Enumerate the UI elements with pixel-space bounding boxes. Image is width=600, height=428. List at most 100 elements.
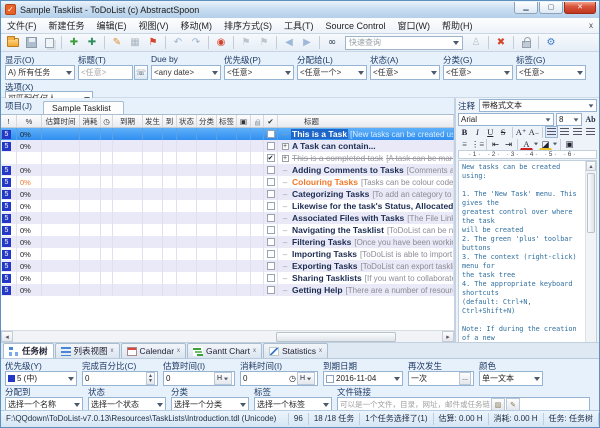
column-header-到[interactable]: 到	[163, 115, 177, 127]
menu-close-icon[interactable]: x	[583, 21, 599, 30]
task-checkbox[interactable]	[267, 214, 275, 222]
lock-icon[interactable]	[518, 35, 534, 50]
task-checkbox[interactable]	[267, 190, 275, 198]
filter-combo[interactable]: <any date>	[151, 65, 221, 80]
comments-format-combo[interactable]: 带格式文本	[479, 99, 597, 112]
edit-task-icon[interactable]: ✎	[109, 35, 125, 50]
column-header-lock-column-icon[interactable]	[251, 115, 264, 127]
task-row[interactable]: ✔+This is a completed task [A task can b…	[1, 152, 454, 164]
filter-combo[interactable]: <任意>	[370, 65, 440, 80]
task-row[interactable]: 50%–Exporting Tasks [ToDoList can export…	[1, 260, 454, 272]
menu-item-f[interactable]: 文件(F)	[1, 18, 43, 34]
task-checkbox[interactable]	[267, 142, 275, 150]
scroll-up-icon[interactable]: ▴	[586, 161, 596, 171]
task-row[interactable]: 50%–Categorizing Tasks [To add an catego…	[1, 188, 454, 200]
task-checkbox[interactable]	[267, 250, 275, 258]
task-checkbox[interactable]	[267, 262, 275, 270]
track-time-icon[interactable]: ◉	[213, 35, 229, 50]
filter-combo[interactable]: <任意>	[516, 65, 586, 80]
edit-field-control[interactable]: 2016-11-04	[323, 371, 403, 386]
save-icon[interactable]	[23, 35, 39, 50]
task-title-cell[interactable]: –Importing Tasks [ToDoList is able to im…	[278, 248, 454, 260]
column-header-标签[interactable]: 标签	[217, 115, 237, 127]
next-flag-icon[interactable]: ⚑	[256, 35, 272, 50]
close-button[interactable]: ✕	[564, 2, 596, 14]
grow-font-button[interactable]: A⁺	[515, 126, 528, 138]
filter-combo[interactable]: A) 所有任务	[5, 65, 75, 80]
forward-icon[interactable]: ▶	[299, 35, 315, 50]
filter-combo[interactable]: <任意>	[443, 65, 513, 80]
preferences-icon[interactable]: ⚙	[543, 35, 559, 50]
column-header-分类[interactable]: 分类	[197, 115, 217, 127]
task-checkbox[interactable]	[267, 226, 275, 234]
chevron-down-icon[interactable]	[553, 143, 557, 146]
chevron-down-icon[interactable]	[534, 143, 538, 146]
open-tasklist-icon[interactable]	[5, 35, 21, 50]
view-tab-calendar[interactable]: Calendarx	[121, 343, 187, 358]
align-center-button[interactable]	[558, 126, 571, 138]
new-subtask-icon[interactable]: ✚	[84, 35, 100, 50]
italic-button[interactable]: I	[471, 126, 484, 138]
edit-field-control[interactable]: 5 (中)	[5, 371, 77, 386]
task-title-cell[interactable]: +This is a completed task [A task can be…	[278, 152, 454, 164]
scroll-left-icon[interactable]: ◂	[1, 331, 13, 342]
task-checkbox[interactable]	[267, 286, 275, 294]
task-checkbox[interactable]	[267, 238, 275, 246]
task-row[interactable]: 50%–Likewise for the task's Status, Allo…	[1, 200, 454, 212]
scroll-right-icon[interactable]: ▸	[442, 331, 454, 342]
tree-expander[interactable]: +	[279, 143, 291, 150]
column-header-估算时间[interactable]: 估算时间	[42, 115, 80, 127]
strikethrough-button[interactable]: S	[497, 126, 510, 138]
task-row[interactable]: 50%–Navigating the Tasklist [ToDoList ca…	[1, 224, 454, 236]
column-header-check-column-icon[interactable]: ✔	[264, 115, 278, 127]
copy-icon[interactable]	[41, 35, 57, 50]
task-title-cell[interactable]: –Exporting Tasks [ToDoList can export ta…	[278, 260, 454, 272]
recurrence-more-button[interactable]: ...	[459, 372, 471, 385]
align-left-button[interactable]	[545, 126, 558, 138]
task-row[interactable]: 50%–Adding Comments to Tasks [Comments a…	[1, 164, 454, 176]
edit-field-control[interactable]: 0▲▼	[82, 371, 158, 386]
task-title-cell[interactable]: –Navigating the Tasklist [ToDoList can b…	[278, 224, 454, 236]
edit-field-control[interactable]: 单一文本	[479, 371, 543, 386]
underline-button[interactable]: U	[484, 126, 497, 138]
task-row[interactable]: 50%–Sharing Tasklists [If you want to co…	[1, 272, 454, 284]
title-filter-input[interactable]: <任意>	[78, 65, 133, 80]
view-tab-gantt-chart[interactable]: Gantt Chartx	[187, 343, 262, 358]
clock-icon[interactable]: ◷	[289, 374, 296, 383]
align-justify-button[interactable]	[584, 126, 597, 138]
task-row[interactable]: 50%+A Task can contain...	[1, 140, 454, 152]
task-row[interactable]: 50%–Associated Files with Tasks [The Fil…	[1, 212, 454, 224]
insert-object-button[interactable]: ▣	[563, 138, 576, 150]
tasklist-tab[interactable]: Sample Tasklist	[43, 101, 124, 114]
menu-item-v[interactable]: 视图(V)	[133, 18, 175, 34]
task-title-cell[interactable]: +A Task can contain...	[278, 140, 454, 152]
column-header-![interactable]: !	[1, 115, 17, 127]
menu-item-s[interactable]: 排序方式(S)	[218, 18, 278, 34]
column-header-发生[interactable]: 发生	[143, 115, 163, 127]
column-header-状态[interactable]: 状态	[177, 115, 197, 127]
task-title-cell[interactable]: –Categorizing Tasks [To add an category …	[278, 188, 454, 200]
numbered-list-button[interactable]: ⋮≡	[471, 138, 484, 150]
font-dialog-button[interactable]: Ab	[584, 114, 597, 126]
menu-item-w[interactable]: 窗口(W)	[392, 18, 437, 34]
reminder-icon[interactable]: ♙	[468, 35, 484, 50]
task-title-cell[interactable]: –Getting Help [There are a number of res…	[278, 284, 454, 296]
column-header-%[interactable]: %	[17, 115, 42, 127]
prev-flag-icon[interactable]: ⚑	[238, 35, 254, 50]
spinner-icon[interactable]: ▲▼	[146, 372, 155, 385]
redo-icon[interactable]: ↷	[188, 35, 204, 50]
task-title-cell[interactable]: –Likewise for the task's Status, Allocat…	[278, 200, 454, 212]
task-title-cell[interactable]: –Associated Files with Tasks [The File L…	[278, 212, 454, 224]
task-row[interactable]: 50%–Getting Help [There are a number of …	[1, 284, 454, 296]
edit-field-control[interactable]: 0H	[163, 371, 235, 386]
find-tasks-icon[interactable]: ∞	[324, 35, 340, 50]
outdent-button[interactable]: ⇤	[489, 138, 502, 150]
time-unit-button[interactable]: H	[297, 372, 315, 385]
view-tab-statistics[interactable]: Statisticsx	[263, 343, 328, 358]
tree-expander[interactable]: +	[279, 155, 291, 162]
minimize-button[interactable]: ▁	[514, 2, 538, 14]
task-row[interactable]: 50%–Filtering Tasks [Once you have been …	[1, 236, 454, 248]
align-right-button[interactable]	[571, 126, 584, 138]
view-tab-任务树[interactable]: 任务树	[3, 343, 54, 358]
task-checkbox[interactable]	[267, 202, 275, 210]
